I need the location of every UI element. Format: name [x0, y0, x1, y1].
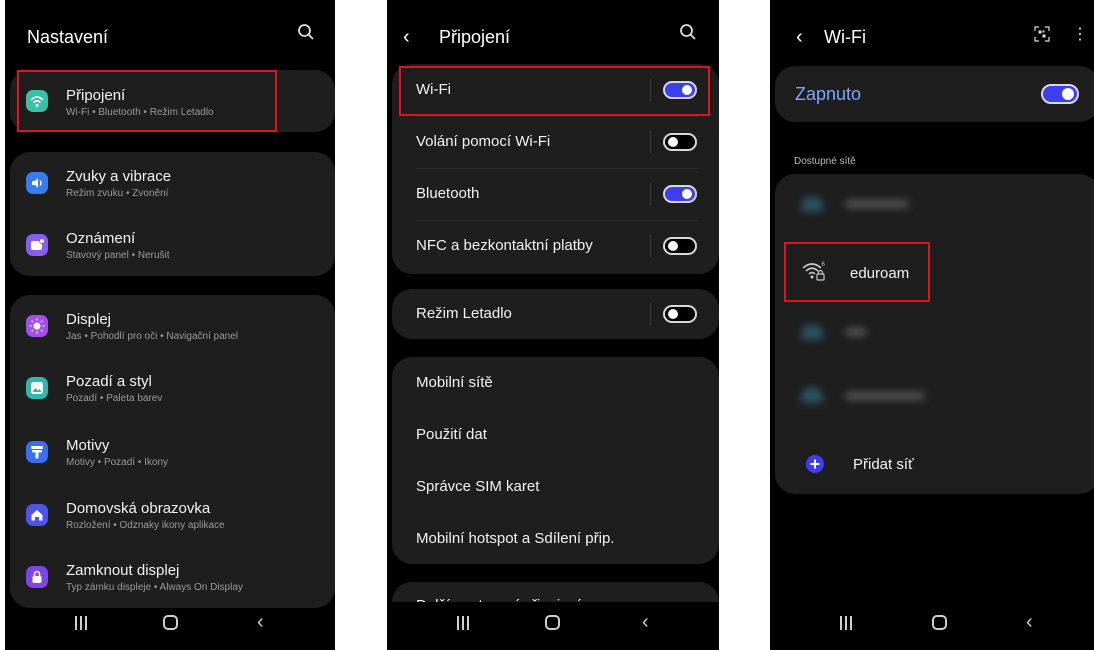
- add-circle-icon: [805, 454, 825, 479]
- hidden-network-name-1: [845, 200, 909, 208]
- sim-manager-item[interactable]: Správce SIM karet: [416, 478, 539, 495]
- settings-item-lock-screen[interactable]: Zamknout displej Typ zámku displeje • Al…: [10, 546, 335, 608]
- wifi-master-toggle[interactable]: [1041, 84, 1079, 104]
- wifi-calling-toggle[interactable]: [663, 133, 697, 151]
- item-subtitle: Typ zámku displeje • Always On Display: [66, 582, 243, 593]
- header: Nastavení: [5, 0, 335, 70]
- search-icon[interactable]: [297, 23, 315, 46]
- highlight-box: [784, 242, 930, 302]
- settings-item-home-screen[interactable]: Domovská obrazovka Rozložení • Odznaky i…: [10, 484, 335, 546]
- airplane-toggle[interactable]: [663, 305, 697, 323]
- settings-item-notifications[interactable]: Oznámení Stavový panel • Nerušit: [10, 214, 335, 276]
- navigation-bar: ‹: [770, 602, 1094, 650]
- back-arrow-icon[interactable]: ‹: [403, 26, 410, 49]
- navigation-bar: ‹: [5, 602, 335, 650]
- item-subtitle: Pozadí • Paleta barev: [66, 393, 163, 404]
- notification-icon: [26, 234, 48, 256]
- home-button-icon[interactable]: [545, 615, 560, 630]
- search-icon[interactable]: [679, 23, 697, 46]
- item-subtitle: Stavový panel • Nerušit: [66, 250, 170, 261]
- mobile-networks-item[interactable]: Mobilní sítě: [416, 374, 493, 391]
- page-title: Připojení: [439, 27, 511, 47]
- item-subtitle: Jas • Pohodlí pro oči • Navigační panel: [66, 331, 239, 342]
- divider: [650, 131, 651, 153]
- mobile-group: Mobilní sítě Použití dat Správce SIM kar…: [392, 357, 719, 564]
- header: ‹ Připojení: [387, 0, 719, 70]
- airplane-group: Režim Letadlo: [392, 289, 719, 339]
- settings-item-wallpaper[interactable]: Pozadí a styl Pozadí • Paleta barev: [10, 357, 335, 419]
- item-title: Domovská obrazovka: [66, 500, 211, 517]
- wifi-screen: ‹ Wi-Fi ⋮ Zapnuto Dostupné sítě 6 eduroa…: [770, 0, 1094, 650]
- connections-screen: ‹ Připojení Wi-Fi Volání pomocí Wi-Fi Bl…: [387, 0, 719, 650]
- sun-icon: [26, 315, 48, 337]
- recent-apps-icon[interactable]: [457, 616, 469, 630]
- display-group: Displej Jas • Pohodlí pro oči • Navigačn…: [10, 295, 335, 608]
- item-title: Zvuky a vibrace: [66, 168, 172, 185]
- image-icon: [26, 377, 48, 399]
- nfc-row[interactable]: NFC a bezkontaktní platby: [392, 220, 719, 272]
- theme-brush-icon: [26, 441, 48, 463]
- airplane-row[interactable]: Režim Letadlo: [392, 289, 719, 339]
- back-icon[interactable]: ‹: [257, 611, 264, 634]
- home-button-icon[interactable]: [932, 615, 947, 630]
- speaker-icon: [26, 172, 48, 194]
- wifi-master-label: Zapnuto: [795, 84, 862, 104]
- item-subtitle: Rozložení • Odznaky ikony aplikace: [66, 520, 225, 531]
- divider: [650, 303, 651, 325]
- wifi-master-card: Zapnuto: [775, 66, 1094, 122]
- airplane-label: Režim Letadlo: [416, 305, 512, 322]
- hidden-network-1[interactable]: [801, 196, 823, 217]
- data-usage-item[interactable]: Použití dat: [416, 426, 487, 443]
- wifi-master-row[interactable]: Zapnuto: [775, 66, 1094, 122]
- qr-scan-icon[interactable]: [1034, 26, 1050, 47]
- settings-screen: Nastavení Připojení Wi-Fi • Bluetooth • …: [5, 0, 335, 650]
- back-icon[interactable]: ‹: [642, 611, 649, 634]
- header: ‹ Wi-Fi ⋮: [770, 0, 1094, 70]
- home-button-icon[interactable]: [163, 615, 178, 630]
- item-title: Zamknout displej: [66, 562, 180, 579]
- section-header: Dostupné sítě: [794, 156, 856, 167]
- highlight-box: [17, 70, 277, 132]
- more-options-icon[interactable]: ⋮: [1072, 24, 1088, 44]
- item-subtitle: Motivy • Pozadí • Ikony: [66, 457, 169, 468]
- recent-apps-icon[interactable]: [840, 616, 852, 630]
- page-title: Nastavení: [27, 27, 109, 47]
- bluetooth-row[interactable]: Bluetooth: [392, 168, 719, 220]
- networks-card: 6 eduroam Přidat síť: [775, 174, 1094, 494]
- recent-apps-icon[interactable]: [75, 616, 87, 630]
- hotspot-item[interactable]: Mobilní hotspot a Sdílení přip.: [416, 530, 614, 547]
- item-subtitle: Režim zvuku • Zvonění: [66, 188, 169, 199]
- settings-item-themes[interactable]: Motivy Motivy • Pozadí • Ikony: [10, 421, 335, 483]
- navigation-bar: ‹: [387, 602, 719, 650]
- highlight-box: [399, 66, 710, 116]
- home-icon: [26, 504, 48, 526]
- hidden-network-name-2: [845, 328, 867, 336]
- nfc-label: NFC a bezkontaktní platby: [416, 237, 593, 254]
- lock-icon: [26, 566, 48, 588]
- item-title: Oznámení: [66, 230, 136, 247]
- bluetooth-label: Bluetooth: [416, 185, 480, 202]
- item-title: Displej: [66, 311, 112, 328]
- wifi-calling-label: Volání pomocí Wi-Fi: [416, 133, 551, 150]
- divider: [650, 183, 651, 205]
- wifi-calling-row[interactable]: Volání pomocí Wi-Fi: [392, 116, 719, 168]
- item-title: Pozadí a styl: [66, 373, 152, 390]
- item-title: Motivy: [66, 437, 110, 454]
- settings-item-sounds[interactable]: Zvuky a vibrace Režim zvuku • Zvonění: [10, 152, 335, 214]
- nfc-toggle[interactable]: [663, 237, 697, 255]
- back-arrow-icon[interactable]: ‹: [796, 26, 803, 49]
- page-title: Wi-Fi: [824, 27, 866, 47]
- divider: [650, 235, 651, 257]
- hidden-network-3[interactable]: [801, 387, 823, 408]
- add-network-label: Přidat síť: [853, 456, 914, 473]
- back-icon[interactable]: ‹: [1026, 611, 1033, 634]
- add-network-row[interactable]: Přidat síť: [775, 442, 1094, 486]
- settings-item-display[interactable]: Displej Jas • Pohodlí pro oči • Navigačn…: [10, 295, 335, 357]
- bluetooth-toggle[interactable]: [663, 185, 697, 203]
- hidden-network-2[interactable]: [801, 324, 823, 345]
- sound-group: Zvuky a vibrace Režim zvuku • Zvonění Oz…: [10, 152, 335, 276]
- hidden-network-name-3: [845, 392, 925, 400]
